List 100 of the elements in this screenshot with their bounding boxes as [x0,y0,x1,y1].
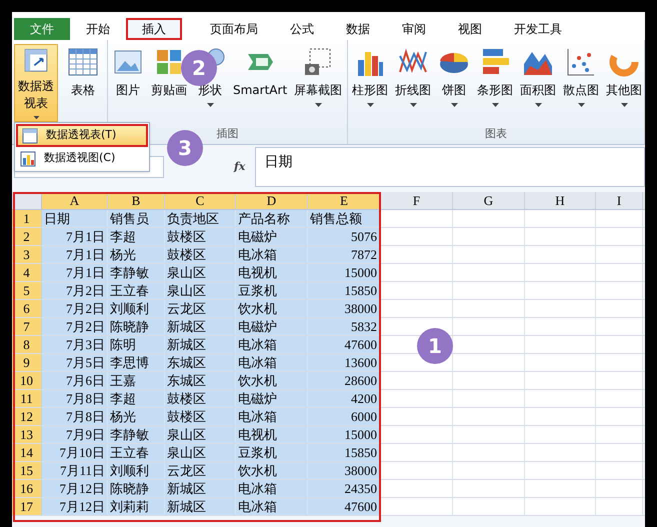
scatter-chart-icon [565,46,597,78]
row-header[interactable]: 9 [12,354,42,371]
ribbon-button[interactable]: 其他图 [604,44,644,126]
ribbon-button[interactable]: 屏幕截图 [292,44,344,126]
table-cell: 7月8日 [42,390,108,407]
pivot-chart-icon [20,150,36,166]
table-cell: 李思博 [108,354,165,371]
table-cell: 38000 [308,300,381,317]
group-label: 插图 [216,126,238,142]
ribbon-tab[interactable]: 公式 [274,18,330,40]
ribbon-tab[interactable]: 插入 [126,18,182,40]
table-cell: 7月10日 [42,444,108,461]
table-cell: 7月11日 [42,462,108,479]
menu-item[interactable]: 数据透视图(C) [16,147,148,170]
caret-icon [620,103,628,107]
row-header[interactable]: 17 [12,498,42,515]
table-cell: 鼓楼区 [165,246,236,263]
row-header[interactable]: 7 [12,318,42,335]
row-header[interactable]: 1 [12,210,42,227]
row-header[interactable]: 11 [12,390,42,407]
table-cell: 王立春 [108,444,165,461]
table-cell: 7月2日 [42,282,108,299]
ribbon-tab[interactable]: 开发工具 [498,18,578,40]
ribbon-tab[interactable]: 页面布局 [194,18,274,40]
table-cell: 日期 [42,210,108,227]
ribbon-button[interactable]: 散点图 [561,44,601,126]
table-cell: 7月8日 [42,408,108,425]
caret-icon [534,103,542,107]
table-cell: 电冰箱 [236,408,308,425]
table-cell: 新城区 [165,336,236,353]
table-cell: 豆浆机 [236,444,308,461]
table-cell: 负责地区 [165,210,236,227]
table-cell: 云龙区 [165,300,236,317]
row-header[interactable]: 2 [12,228,42,245]
row-header[interactable]: 3 [12,246,42,263]
column-header[interactable]: I [596,192,643,209]
menu-item[interactable]: 数据透视表(T) [16,124,148,147]
table-cell: 销售总额 [308,210,381,227]
row-header[interactable]: 5 [12,282,42,299]
table-cell: 产品名称 [236,210,308,227]
ribbon-button[interactable]: 面积图 [518,44,558,126]
table-cell: 云龙区 [165,462,236,479]
column-header[interactable]: F [381,192,453,209]
table-cell: 电磁炉 [236,318,308,335]
file-tab[interactable]: 文件 [14,18,70,40]
row-header[interactable]: 16 [12,480,42,497]
table-cell: 电磁炉 [236,390,308,407]
table-cell: 泉山区 [165,426,236,443]
table-cell: 电视机 [236,264,308,281]
ribbon-tab[interactable]: 开始 [70,18,126,40]
table-cell: 鼓楼区 [165,390,236,407]
row-header[interactable]: 6 [12,300,42,317]
table-cell: 7月1日 [42,246,108,263]
ribbon-button[interactable]: SmartArt [231,44,290,126]
table-cell: 泉山区 [165,444,236,461]
row-header[interactable]: 8 [12,336,42,353]
table-cell: 15850 [308,444,381,461]
ribbon-button[interactable]: 折线图 [393,44,433,126]
table-cell: 5076 [308,228,381,245]
table-cell: 7月9日 [42,426,108,443]
ribbon-tab[interactable]: 视图 [442,18,498,40]
formula-field[interactable]: 日期 [255,147,645,187]
ribbon-button[interactable]: 柱形图 [350,44,390,126]
table-cell: 刘莉莉 [108,498,165,515]
row-header[interactable]: 10 [12,372,42,389]
ribbon-tab[interactable]: 审阅 [386,18,442,40]
pivot-table-icon [22,128,38,144]
table-cell: 电磁炉 [236,228,308,245]
row-header[interactable]: 13 [12,426,42,443]
table-cell: 7月1日 [42,228,108,245]
table-cell: 7月6日 [42,372,108,389]
table-cell: 鼓楼区 [165,408,236,425]
ribbon-tab[interactable]: 数据 [330,18,386,40]
caret-icon [366,103,374,107]
table-cell: 豆浆机 [236,282,308,299]
column-header[interactable]: H [525,192,596,209]
ribbon-button[interactable]: 条形图 [475,44,515,126]
ribbon-button[interactable]: 饼图 [436,44,472,126]
row-header[interactable]: 4 [12,264,42,281]
table-cell: 7872 [308,246,381,263]
table-cell: 7月5日 [42,354,108,371]
table-cell: 鼓楼区 [165,228,236,245]
caret-icon [410,103,416,107]
table-icon [67,46,99,78]
table-cell: 陈晓静 [108,480,165,497]
group-label: 图表 [485,126,507,142]
table-cell: 新城区 [165,480,236,497]
caret-icon [32,116,40,119]
table-cell: 杨光 [108,246,165,263]
row-header[interactable]: 15 [12,462,42,479]
table-cell: 李静敏 [108,426,165,443]
table-cell: 15000 [308,264,381,281]
ribbon-button[interactable]: 数据透视表 [14,44,58,122]
row-header[interactable]: 12 [12,408,42,425]
column-header[interactable]: G [453,192,525,209]
row-header[interactable]: 14 [12,444,42,461]
table-cell: 刘顺利 [108,462,165,479]
table-cell: 王立春 [108,282,165,299]
table-cell: 销售员 [108,210,165,227]
table-cell: 7月12日 [42,498,108,515]
